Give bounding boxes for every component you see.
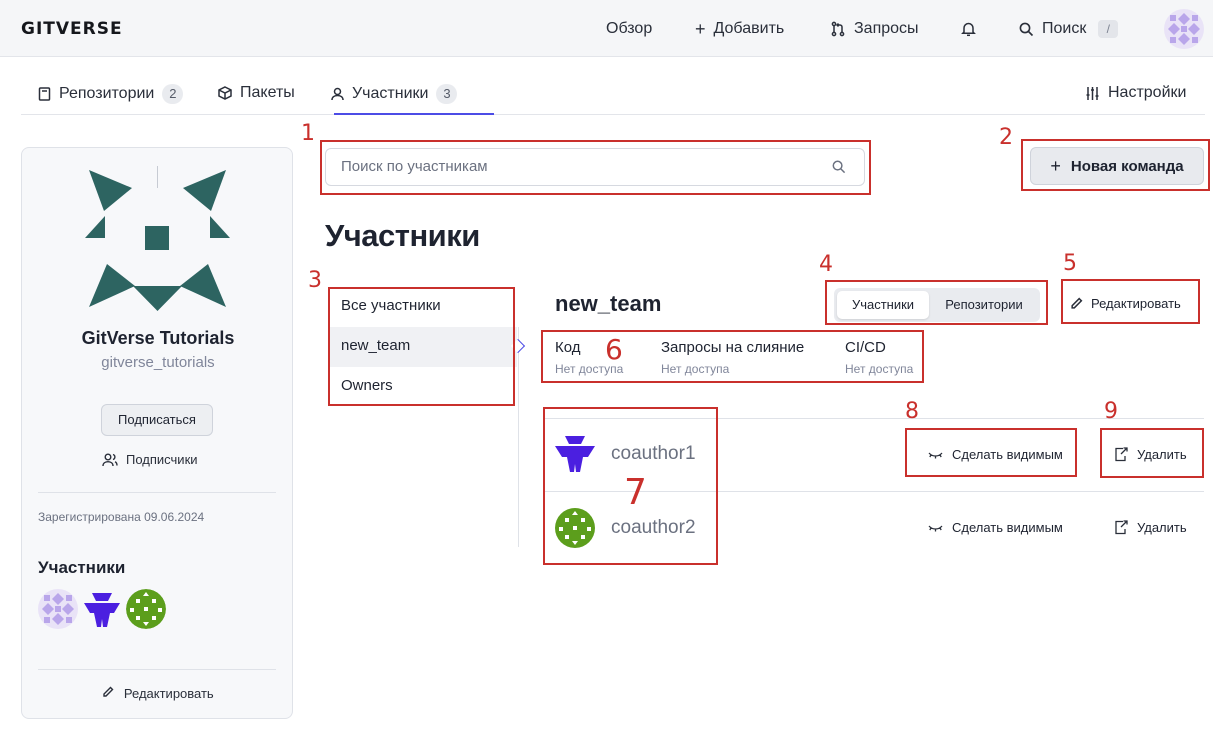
annotation-number: 2 (999, 125, 1013, 150)
edit-profile-label: Редактировать (123, 686, 214, 701)
followers-label: Подписчики (126, 452, 198, 467)
book-icon (38, 87, 51, 101)
annotation-number: 9 (1104, 399, 1118, 424)
annotation-number: 1 (301, 121, 315, 146)
member-avatar-pattern (126, 589, 166, 629)
member-avatar[interactable] (126, 589, 166, 629)
search-icon (1019, 22, 1034, 36)
tab-repositories[interactable]: Репозитории 2 (38, 84, 184, 104)
annotation-box-3 (328, 287, 515, 406)
nav-overview[interactable]: Обзор (606, 19, 652, 39)
annotation-number: 4 (819, 252, 833, 277)
card-divider (38, 492, 276, 493)
sliders-icon (1086, 86, 1099, 100)
annotation-box-5 (1061, 279, 1200, 324)
gitverse-logo[interactable]: GITVERSE (21, 19, 123, 39)
annotation-box-8 (905, 428, 1077, 477)
team-title: new_team (555, 291, 662, 316)
org-login: gitverse_tutorials (101, 354, 215, 371)
settings-label: Настройки (1108, 84, 1187, 101)
nav-add[interactable]: + Добавить (695, 19, 784, 39)
nav-overview-label: Обзор (606, 20, 653, 37)
subscribe-button[interactable]: Подписаться (101, 404, 213, 436)
member-avatar[interactable] (82, 589, 122, 629)
edit-profile-link[interactable]: Редактировать (22, 686, 294, 701)
user-icon (331, 87, 344, 101)
tab-members-count: 3 (436, 84, 458, 104)
team-list-divider (518, 327, 519, 547)
annotation-number: 5 (1063, 251, 1077, 276)
nav-add-label: Добавить (713, 20, 785, 37)
member-avatar-pattern (42, 593, 74, 625)
org-logo (85, 166, 230, 311)
org-profile-card: GitVerse Tutorials gitverse_tutorials По… (21, 147, 293, 719)
tab-members-label: Участники (352, 85, 429, 102)
org-tabs: Репозитории 2 Пакеты Участники 3 Настрой… (21, 73, 1205, 115)
package-icon (218, 86, 232, 100)
followers-link[interactable]: Подписчики (102, 452, 198, 467)
bell-icon (961, 22, 976, 37)
remove-icon (1115, 520, 1128, 535)
annotation-number: 7 (624, 472, 647, 513)
nav-requests[interactable]: Запросы (830, 19, 919, 39)
active-tab-underline (334, 113, 494, 115)
nav-search-label: Поиск (1042, 20, 1087, 37)
registration-date: Зарегистрирована 09.06.2024 (38, 510, 205, 524)
annotation-box-9 (1100, 428, 1204, 478)
tab-packages[interactable]: Пакеты (218, 84, 295, 102)
settings-link[interactable]: Настройки (1085, 84, 1186, 102)
user-avatar[interactable] (1164, 9, 1204, 49)
tab-repositories-label: Репозитории (59, 85, 155, 102)
remove-label: Удалить (1137, 520, 1187, 535)
annotation-number: 6 (605, 333, 623, 366)
eye-closed-icon (928, 525, 943, 531)
page-title: Участники (325, 218, 480, 253)
card-divider (38, 669, 276, 670)
user-avatar-pattern (1168, 13, 1200, 45)
remove-member-button[interactable]: Удалить (1114, 520, 1187, 535)
member-avatar[interactable] (38, 589, 78, 629)
member-avatar-pattern (84, 593, 120, 627)
users-icon (102, 453, 118, 466)
annotation-box-4 (825, 280, 1048, 325)
annotation-number: 8 (905, 399, 919, 424)
nav-requests-label: Запросы (854, 20, 919, 37)
org-name: GitVerse Tutorials (81, 328, 235, 348)
notifications-button[interactable] (961, 19, 976, 39)
annotation-box-2 (1021, 139, 1210, 191)
make-visible-button[interactable]: Сделать видимым (928, 520, 1063, 535)
search-shortcut-badge: / (1098, 20, 1119, 38)
tab-members[interactable]: Участники 3 (331, 84, 458, 104)
top-bar: GITVERSE Обзор + Добавить Запросы Поиск … (0, 0, 1213, 57)
annotation-box-1 (320, 140, 871, 195)
pull-request-icon (831, 21, 845, 37)
annotation-number: 3 (308, 268, 322, 293)
nav-search[interactable]: Поиск / (1019, 19, 1119, 39)
plus-icon: + (695, 18, 706, 39)
tab-repositories-count: 2 (162, 84, 184, 104)
annotation-box-6 (541, 330, 924, 383)
make-visible-label: Сделать видимым (952, 520, 1063, 535)
members-heading: Участники (38, 558, 126, 577)
tab-packages-label: Пакеты (240, 84, 295, 101)
pencil-icon (103, 686, 114, 697)
